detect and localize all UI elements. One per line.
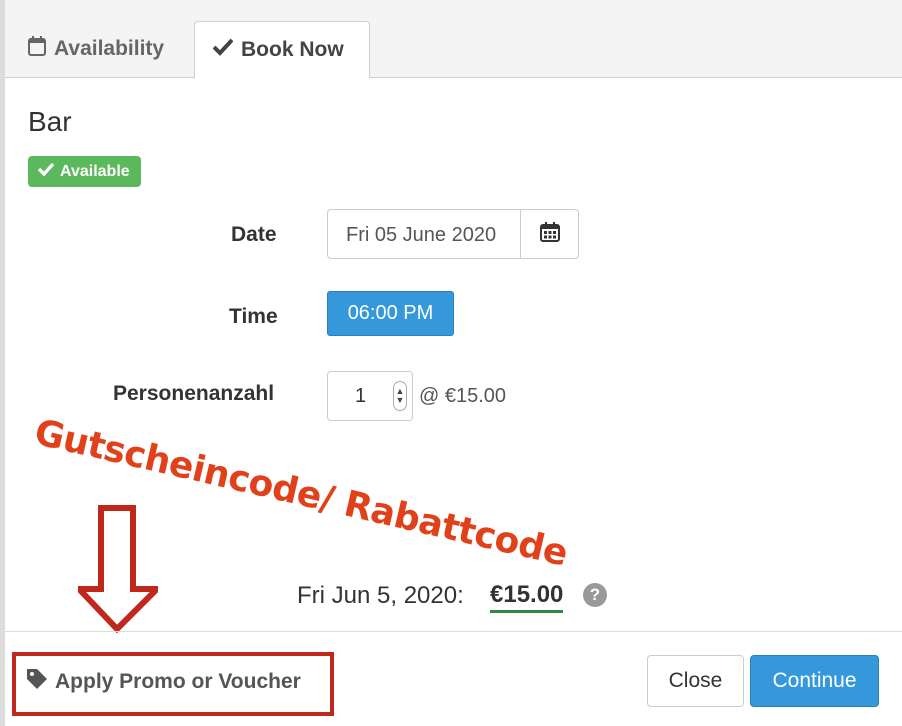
date-value: Fri 05 June 2020 (346, 224, 497, 246)
time-slot-button[interactable]: 06:00 PM (327, 291, 454, 336)
guests-value: 1 (355, 385, 367, 407)
guests-label: Personenanzahl (113, 382, 275, 405)
item-title: Bar (28, 106, 72, 137)
tab-label: Book Now (241, 38, 344, 61)
down-arrow-annotation-icon (72, 505, 165, 638)
price-per-person: @ €15.00 (419, 385, 507, 407)
status-text: Available (60, 162, 130, 180)
tab-book-now[interactable]: Book Now (194, 21, 370, 78)
status-badge: Available (28, 156, 141, 187)
date-picker-button[interactable] (520, 209, 579, 259)
check-icon (37, 162, 55, 181)
spinner-arrows-icon[interactable]: ▲ ▼ (393, 381, 407, 411)
help-icon[interactable]: ? (583, 583, 607, 607)
tab-label: Availability (54, 37, 165, 60)
calendar-icon (539, 221, 560, 247)
time-label: Time (229, 305, 278, 328)
continue-button[interactable]: Continue (750, 655, 879, 707)
footer-divider (5, 631, 902, 632)
guests-stepper[interactable]: 1 ▲ ▼ (327, 371, 413, 421)
date-field[interactable]: Fri 05 June 2020 (327, 209, 521, 259)
tab-availability[interactable]: Availability (28, 21, 164, 77)
close-button[interactable]: Close (647, 655, 744, 707)
summary-date: Fri Jun 5, 2020: (297, 582, 464, 609)
summary-total: €15.00 (490, 581, 564, 613)
date-label: Date (231, 223, 277, 246)
annotation-highlight-box (12, 652, 334, 716)
check-icon (212, 38, 234, 62)
calendar-icon (28, 36, 46, 62)
